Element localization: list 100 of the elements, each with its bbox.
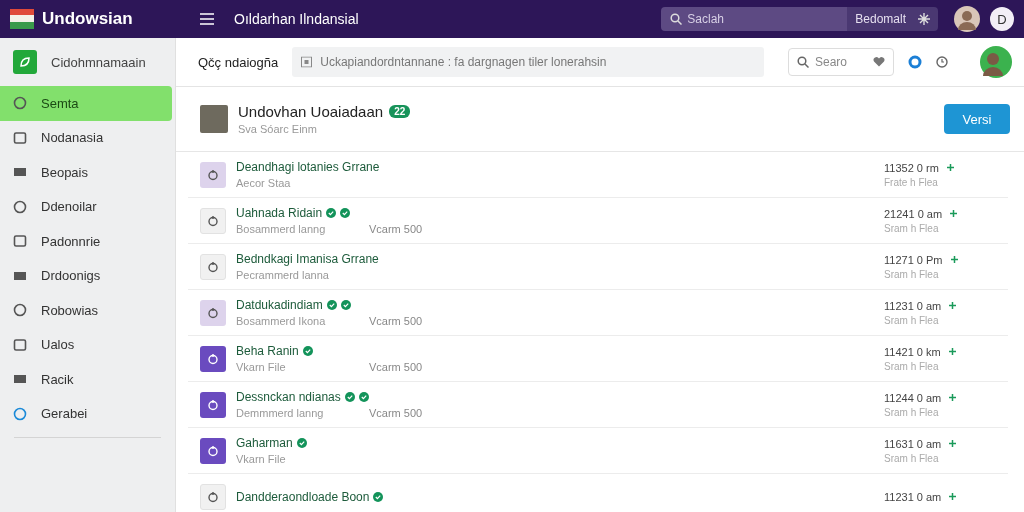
file-icon [200, 299, 226, 326]
clock-icon[interactable] [936, 56, 948, 68]
file-icon [200, 483, 226, 510]
file-time: 11244 0 am [884, 391, 942, 404]
contact-subtitle: Sva Sóarc Einm [238, 123, 318, 135]
plus-icon[interactable] [949, 440, 957, 447]
plus-icon[interactable] [949, 394, 957, 401]
plus-icon[interactable] [949, 302, 957, 309]
app-name: Undowsian [42, 9, 133, 29]
count-badge: 22 [389, 105, 411, 118]
toolbar-label: Qčç ndaiogña [198, 54, 279, 70]
file-title[interactable]: Gaharman [236, 436, 293, 450]
check-badge-icon [344, 392, 355, 402]
file-icon [200, 437, 226, 464]
sidebar-item[interactable]: Beopais [0, 155, 172, 190]
file-subtitle: Pecrammerd lanna [236, 269, 330, 281]
file-source: Sram h Flea [884, 314, 940, 326]
file-time: 11352 0 rm [884, 161, 939, 174]
file-icon [200, 207, 226, 234]
plus-icon[interactable] [950, 210, 958, 217]
file-title[interactable]: Bedndkagi Imanisa Grrane [236, 252, 379, 266]
file-title[interactable]: Beha Ranin [236, 344, 299, 358]
nav-icon [13, 406, 27, 421]
file-time: 11231 0 am [884, 299, 942, 312]
file-size: Vcarm 500 [369, 315, 423, 327]
sidebar-item[interactable]: Racik [0, 362, 172, 397]
file-time: 11271 0 Pm [884, 253, 943, 266]
nav-icon [13, 130, 27, 145]
sidebar-item[interactable]: Ddenoilar [0, 189, 172, 224]
square-icon [301, 56, 313, 68]
leaf-icon [13, 50, 37, 74]
file-subtitle: Bosammerd Ikona [236, 315, 327, 327]
check-badge-icon [340, 208, 351, 218]
file-source: Sram h Flea [884, 268, 940, 280]
plus-icon[interactable] [948, 348, 956, 355]
plus-icon[interactable] [950, 256, 958, 263]
file-subtitle: Vkarn File [236, 453, 287, 465]
check-badge-icon [296, 438, 307, 448]
file-icon [200, 161, 226, 188]
star-icon[interactable] [918, 13, 930, 25]
check-badge-icon [302, 346, 313, 356]
check-badge-icon [340, 300, 351, 310]
plus-icon[interactable] [946, 164, 954, 171]
gear-icon[interactable] [908, 55, 922, 69]
file-time: 21241 0 am [884, 207, 943, 220]
search-field[interactable]: Searo [788, 48, 894, 76]
search-icon [670, 13, 683, 25]
check-badge-icon [358, 392, 369, 402]
sidebar-item[interactable]: Semta [0, 86, 172, 121]
search-icon [797, 56, 809, 68]
nav-icon [13, 199, 27, 214]
page-title: Oıldarhan Ilndansial [234, 11, 360, 27]
plus-icon[interactable] [949, 493, 957, 500]
file-icon [200, 253, 226, 280]
sidebar-item[interactable]: Gerabei [0, 396, 172, 431]
filter-field[interactable]: Uckapiandordntannane : fa dargnagen tiler lonerahsin [292, 47, 764, 77]
file-source: Sram h Flea [884, 360, 940, 372]
file-time: 11631 0 am [884, 437, 942, 450]
flag-logo-icon [10, 9, 34, 29]
search-field[interactable]: Saclah [661, 7, 848, 31]
sidebar-item[interactable]: Robowias [0, 293, 172, 328]
file-time: 11421 0 km [884, 345, 941, 358]
sidebar-item[interactable]: Padonnrie [0, 224, 172, 259]
check-badge-icon [326, 208, 337, 218]
file-size: Vcarm 500 [369, 361, 423, 373]
file-subtitle: Aecor Staa [236, 177, 292, 189]
check-badge-icon [326, 300, 337, 310]
sidebar-item[interactable]: Ualos [0, 327, 172, 362]
nav-icon [13, 96, 27, 111]
heart-icon[interactable] [873, 56, 885, 68]
file-title[interactable]: Dessnckan ndianas [236, 390, 341, 404]
file-title[interactable]: Uahnada Ridain [236, 206, 323, 220]
file-size: Vcarm 500 [369, 223, 423, 235]
sidebar-header: Cidohmnamaain [51, 54, 146, 70]
file-title[interactable]: Dandderaondloade Boon [236, 489, 370, 504]
file-title[interactable]: Datdukadindiam [236, 298, 323, 312]
photo-placeholder [200, 105, 228, 133]
check-badge-icon [373, 491, 384, 502]
file-source: Sram h Flea [884, 222, 940, 234]
file-title[interactable]: Deandhagi lotanies Grrane [236, 160, 380, 174]
nav-icon [13, 337, 27, 352]
menu-icon[interactable] [200, 13, 214, 25]
sidebar-item[interactable]: Drdoonigs [0, 258, 172, 293]
file-icon [200, 391, 226, 418]
user-initial[interactable]: D [990, 7, 1014, 31]
file-size: Vcarm 500 [369, 407, 423, 419]
sidebar-item[interactable]: Nodanasia [0, 120, 172, 155]
nav-icon [13, 234, 27, 249]
file-source: Frate h Flea [884, 176, 939, 188]
file-source: Sram h Flea [884, 406, 940, 418]
file-icon [200, 345, 226, 372]
file-source: Sram h Flea [884, 452, 940, 464]
file-subtitle: Vkarn File [236, 361, 287, 373]
file-time: 11231 0 am [884, 490, 942, 503]
file-subtitle: Demmmerd lanng [236, 407, 325, 419]
nav-icon [13, 303, 27, 318]
user-avatar-icon[interactable] [954, 6, 980, 32]
contact-name: Undovhan Uoaiadaan [238, 103, 384, 120]
user-avatar-icon[interactable] [980, 46, 1012, 78]
file-subtitle: Bosammerd lanng [236, 223, 327, 235]
